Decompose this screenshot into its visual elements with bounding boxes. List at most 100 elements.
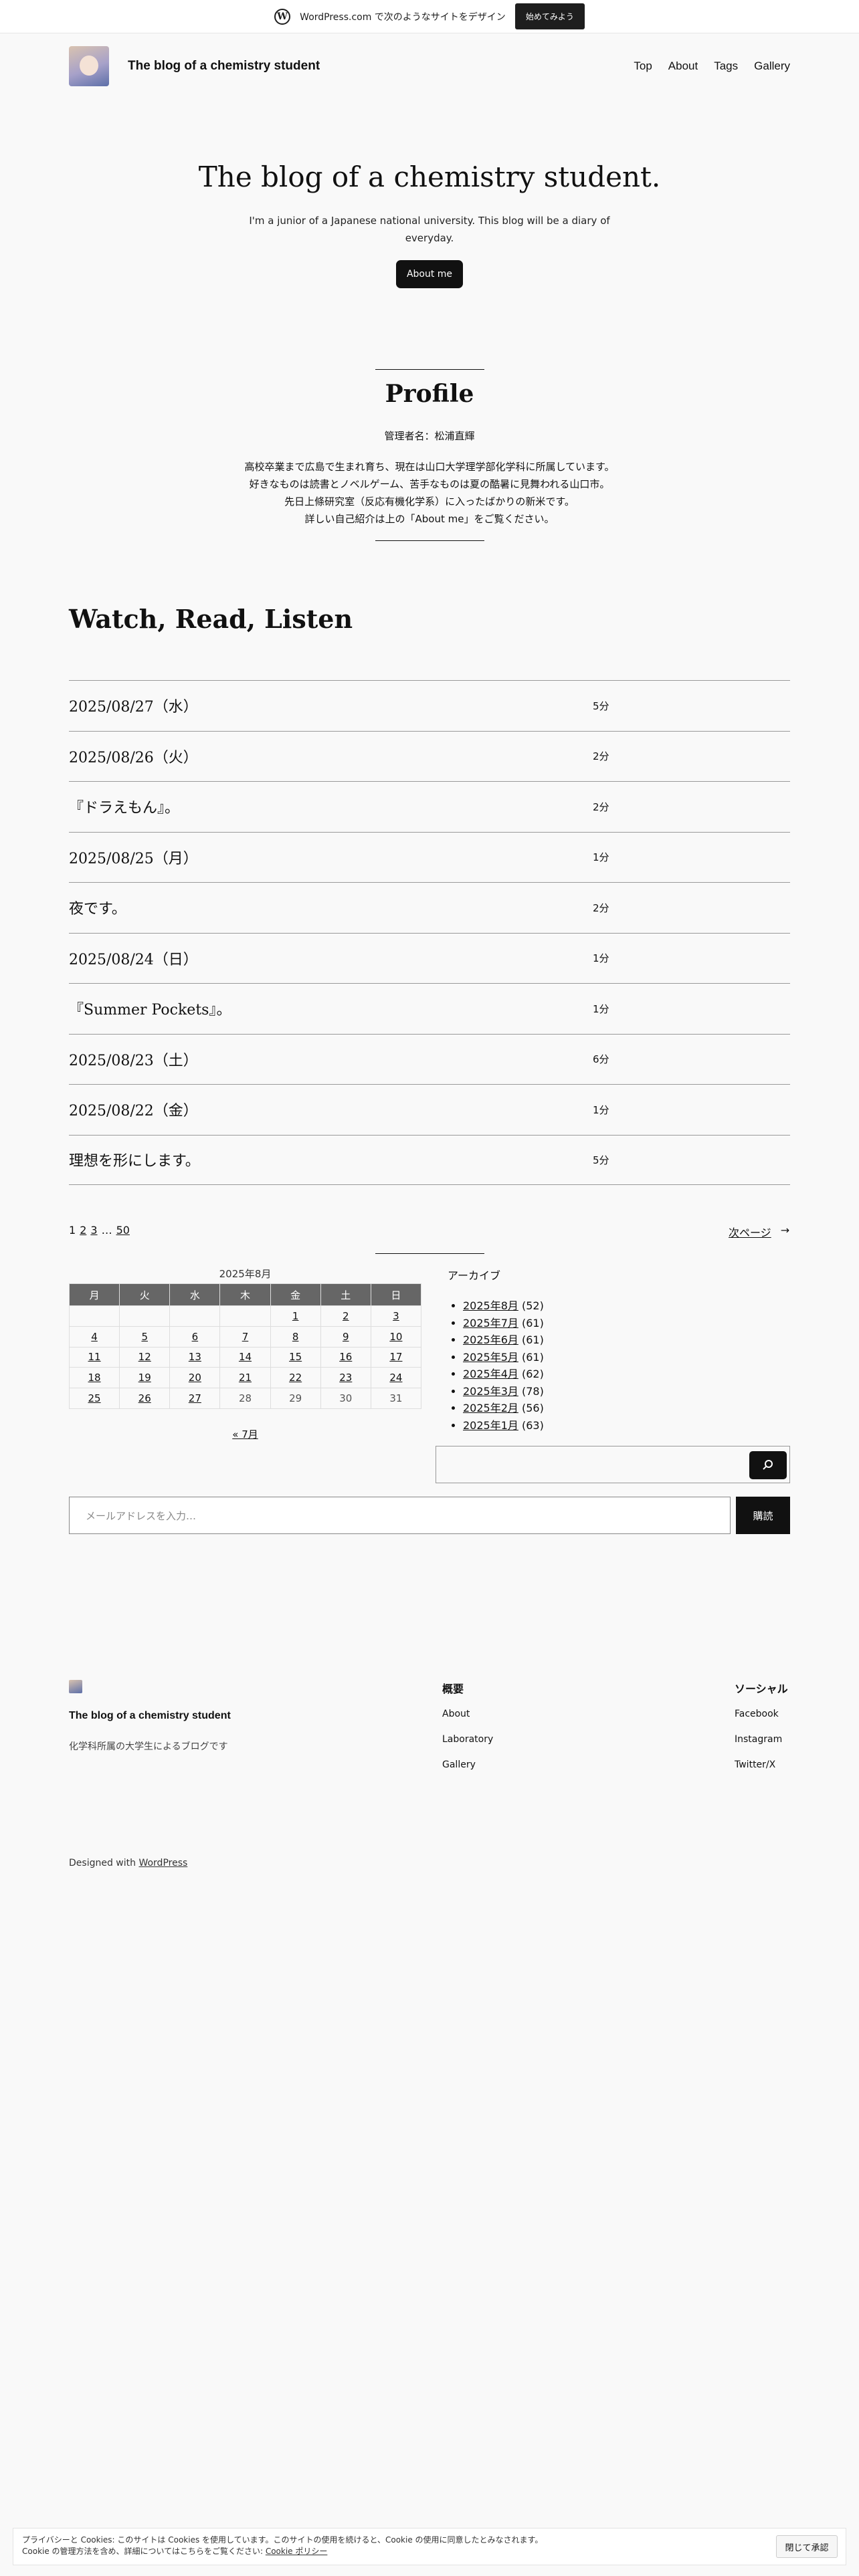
footer-link-facebook[interactable]: Facebook [735, 1709, 779, 1719]
calendar-weekday: 月 [68, 1283, 120, 1306]
archive-link[interactable]: 2025年5月 [463, 1351, 518, 1364]
promo-start-button[interactable]: 始めてみよう [514, 3, 585, 29]
credit-wordpress-link[interactable]: WordPress [138, 1858, 187, 1868]
calendar-day-link[interactable]: 15 [270, 1346, 321, 1368]
section-title: Watch, Read, Listen [69, 604, 353, 634]
footer-link-twitter[interactable]: Twitter/X [735, 1759, 775, 1770]
cookie-accept-button[interactable]: 閉じて承認 [776, 2535, 838, 2558]
post-title[interactable]: 理想を形にします。 [69, 1149, 593, 1170]
archive-link[interactable]: 2025年3月 [463, 1385, 518, 1398]
footer-link-laboratory[interactable]: Laboratory [442, 1734, 493, 1745]
page-number-link[interactable]: 3 [90, 1224, 97, 1237]
profile-line: 先日上條研究室（反応有機化学系）に入ったばかりの新米です。 [284, 496, 575, 508]
post-title[interactable]: 2025/08/23（土） [69, 1049, 593, 1070]
page-number-link[interactable]: 50 [116, 1224, 130, 1237]
post-title[interactable]: 『ドラえもん』。 [69, 796, 593, 817]
post-title[interactable]: 2025/08/27（水） [69, 695, 593, 716]
footer-site-icon[interactable] [69, 1680, 82, 1693]
post-read-time: 1分 [593, 851, 609, 864]
nav-item-top[interactable]: Top [634, 60, 652, 73]
cookie-banner: プライバシーと Cookies: このサイトは Cookies を使用しています… [13, 2528, 846, 2565]
subscribe-button[interactable]: 購読 [736, 1497, 790, 1534]
page-number-link[interactable]: 2 [80, 1224, 86, 1237]
calendar-day-link[interactable]: 16 [320, 1346, 371, 1368]
calendar-day-link[interactable]: 10 [370, 1325, 422, 1348]
post-title[interactable]: 夜です。 [69, 897, 593, 918]
calendar-day-link[interactable]: 27 [169, 1388, 221, 1409]
post-title[interactable]: 2025/08/25（月） [69, 847, 593, 868]
calendar-day-link[interactable]: 11 [68, 1346, 120, 1368]
widgets-divider [375, 1253, 484, 1254]
search-button[interactable] [749, 1451, 787, 1479]
nav-item-tags[interactable]: Tags [714, 60, 738, 73]
nav-item-about[interactable]: About [668, 60, 698, 73]
calendar-day-link[interactable]: 17 [370, 1346, 422, 1368]
profile-admin-name: 管理者名：松浦直輝 [384, 430, 475, 442]
post-item: 2025/08/22（金） 1分 [69, 1084, 790, 1135]
next-page-label[interactable]: 次ページ [729, 1224, 771, 1240]
calendar-day-link[interactable]: 5 [119, 1325, 171, 1348]
archive-link[interactable]: 2025年6月 [463, 1333, 518, 1346]
calendar-day-link[interactable]: 24 [370, 1367, 422, 1389]
post-title[interactable]: 2025/08/22（金） [69, 1099, 593, 1120]
archive-link[interactable]: 2025年1月 [463, 1419, 518, 1432]
calendar-day: 28 [219, 1388, 271, 1409]
calendar-day-link[interactable]: 9 [320, 1325, 371, 1348]
post-title[interactable]: 『Summer Pockets』。 [69, 998, 593, 1019]
next-page-link[interactable]: 次ページ → [729, 1224, 789, 1240]
cookie-line-2: Cookie の管理方法を含め、詳細についてはこちらをご覧ください: [22, 2547, 263, 2556]
footer-link-about[interactable]: About [442, 1709, 470, 1719]
archive-link[interactable]: 2025年4月 [463, 1368, 518, 1380]
calendar-day-link[interactable]: 8 [270, 1325, 321, 1348]
site-title[interactable]: The blog of a chemistry student [128, 59, 320, 74]
post-item: 夜です。 2分 [69, 882, 790, 933]
archive-item: 2025年2月 (56) [463, 1400, 544, 1417]
calendar-day-link[interactable]: 14 [219, 1346, 271, 1368]
calendar-day-link[interactable]: 4 [68, 1325, 120, 1348]
wordpress-logo-icon: W [274, 8, 291, 25]
calendar-day-link[interactable]: 3 [370, 1305, 422, 1327]
profile-line: 高校卒業まで広島で生まれ育ち、現在は山口大学理学部化学科に所属しています。 [244, 461, 615, 473]
calendar-day-empty [68, 1305, 120, 1327]
post-list: 2025/08/27（水） 5分 2025/08/26（火） 2分 『ドラえもん』。… [69, 680, 790, 1185]
profile-description: 高校卒業まで広島で生まれ育ち、現在は山口大学理学部化学科に所属しています。 好き… [162, 458, 697, 528]
footer-site-title[interactable]: The blog of a chemistry student [69, 1710, 231, 1722]
calendar-day-link[interactable]: 22 [270, 1367, 321, 1389]
calendar-day-link[interactable]: 20 [169, 1367, 221, 1389]
calendar-day-link[interactable]: 25 [68, 1388, 120, 1409]
archive-link[interactable]: 2025年7月 [463, 1317, 518, 1329]
archive-count: (61) [522, 1333, 544, 1346]
post-title[interactable]: 2025/08/26（火） [69, 746, 593, 767]
calendar-day-link[interactable]: 21 [219, 1367, 271, 1389]
post-read-time: 5分 [593, 700, 609, 712]
calendar-day-link[interactable]: 12 [119, 1346, 171, 1368]
search-input[interactable] [436, 1446, 790, 1483]
calendar-weekday: 土 [320, 1283, 371, 1306]
email-input[interactable]: メールアドレスを入力… [69, 1497, 731, 1534]
calendar-day-link[interactable]: 19 [119, 1367, 171, 1389]
calendar-prev-month-link[interactable]: « 7月 [69, 1427, 421, 1441]
about-me-button[interactable]: About me [396, 260, 463, 288]
cookie-policy-link[interactable]: Cookie ポリシー [266, 2547, 328, 2556]
calendar-day-link[interactable]: 1 [270, 1305, 321, 1327]
footer-credit: Designed with WordPress [69, 1858, 187, 1868]
footer-about-heading: 概要 [442, 1683, 464, 1695]
archive-link[interactable]: 2025年8月 [463, 1299, 518, 1312]
site-logo-avatar[interactable] [69, 46, 109, 86]
post-title[interactable]: 2025/08/24（日） [69, 948, 593, 969]
nav-item-gallery[interactable]: Gallery [754, 60, 790, 73]
calendar-weekday: 火 [119, 1283, 171, 1306]
archive-link[interactable]: 2025年2月 [463, 1402, 518, 1414]
post-item: 2025/08/27（水） 5分 [69, 680, 790, 731]
calendar-day-link[interactable]: 7 [219, 1325, 271, 1348]
calendar-day-link[interactable]: 13 [169, 1346, 221, 1368]
post-read-time: 5分 [593, 1154, 609, 1166]
calendar-day-link[interactable]: 18 [68, 1367, 120, 1389]
calendar-day-link[interactable]: 6 [169, 1325, 221, 1348]
promo-text: WordPress.com で次のようなサイトをデザイン [300, 11, 506, 23]
footer-link-instagram[interactable]: Instagram [735, 1734, 782, 1745]
calendar-day-link[interactable]: 26 [119, 1388, 171, 1409]
footer-link-gallery[interactable]: Gallery [442, 1759, 476, 1770]
calendar-day-link[interactable]: 2 [320, 1305, 371, 1327]
calendar-day-link[interactable]: 23 [320, 1367, 371, 1389]
